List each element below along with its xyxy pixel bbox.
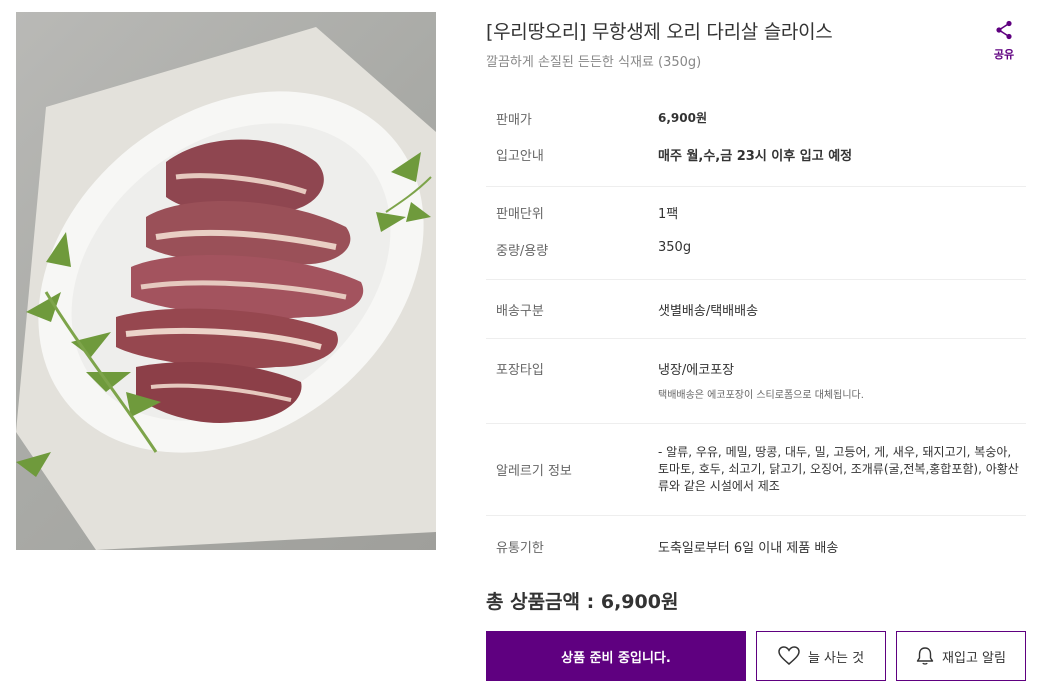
delivery-label: 배송구분	[496, 304, 544, 319]
wishlist-button[interactable]: 늘 사는 것	[756, 631, 886, 681]
arrival-value: 매주 월,수,금 23시 이후 입고 예정	[658, 149, 853, 164]
weight-value: 350g	[658, 240, 692, 255]
package-note: 택배배송은 에코포장이 스티로폼으로 대체됩니다.	[658, 390, 864, 401]
delivery-row: 배송구분 샛별배송/택배배송	[486, 300, 1026, 319]
delivery-group: 배송구분 샛별배송/택배배송	[486, 280, 1026, 339]
arrival-label: 입고안내	[496, 149, 544, 164]
product-info-table: 판매가 6,900원 입고안내 매주 월,수,금 23시 이후 입고 예정 판매…	[486, 96, 1026, 577]
expiry-group: 유통기한 도축일로부터 6일 이내 제품 배송	[486, 516, 1026, 577]
wishlist-label: 늘 사는 것	[807, 650, 865, 666]
delivery-value: 샛별배송/택배배송	[658, 304, 759, 319]
share-button[interactable]: 공유	[988, 20, 1020, 62]
product-preparing-label: 상품 준비 중입니다.	[561, 650, 671, 666]
product-title: [우리땅오리] 무항생제 오리 다리살 슬라이스	[486, 21, 833, 43]
heart-icon	[778, 646, 800, 665]
allergy-label: 알레르기 정보	[496, 464, 572, 479]
weight-row: 중량/용량 350g	[486, 240, 1026, 259]
unit-label: 판매단위	[496, 207, 544, 222]
allergy-row: 알레르기 정보 - 알류, 우유, 메밀, 땅콩, 대두, 밀, 고등어, 게,…	[486, 444, 1026, 495]
price-label: 판매가	[496, 113, 532, 128]
price-row: 판매가 6,900원	[486, 109, 1026, 131]
share-label: 공유	[993, 48, 1015, 61]
package-label: 포장타입	[496, 363, 544, 378]
price-group: 판매가 6,900원 입고안내 매주 월,수,금 23시 이후 입고 예정	[486, 96, 1026, 187]
allergy-group: 알레르기 정보 - 알류, 우유, 메밀, 땅콩, 대두, 밀, 고등어, 게,…	[486, 424, 1026, 516]
price-value: 6,900원	[658, 111, 707, 125]
product-image	[16, 12, 436, 550]
unit-row: 판매단위 1팩	[486, 203, 1026, 222]
package-row: 포장타입 냉장/에코포장 택배배송은 에코포장이 스티로폼으로 대체됩니다.	[486, 359, 1026, 401]
unit-group: 판매단위 1팩 중량/용량 350g	[486, 187, 1026, 280]
expiry-row: 유통기한 도축일로부터 6일 이내 제품 배송	[486, 537, 1026, 556]
restock-alarm-label: 재입고 알림	[942, 650, 1006, 666]
bell-icon	[916, 647, 934, 665]
arrival-row: 입고안내 매주 월,수,금 23시 이후 입고 예정	[486, 145, 1026, 164]
weight-label: 중량/용량	[496, 244, 549, 259]
restock-alarm-button[interactable]: 재입고 알림	[896, 631, 1026, 681]
expiry-label: 유통기한	[496, 541, 544, 556]
share-icon	[996, 20, 1012, 40]
allergy-value: - 알류, 우유, 메밀, 땅콩, 대두, 밀, 고등어, 게, 새우, 돼지고…	[658, 445, 1019, 493]
expiry-value: 도축일로부터 6일 이내 제품 배송	[658, 541, 839, 556]
product-preparing-button[interactable]: 상품 준비 중입니다.	[486, 631, 746, 681]
package-value: 냉장/에코포장	[658, 363, 735, 378]
unit-value: 1팩	[658, 207, 679, 222]
total-price: 총 상품금액 : 6,900원	[486, 591, 679, 613]
package-group: 포장타입 냉장/에코포장 택배배송은 에코포장이 스티로폼으로 대체됩니다.	[486, 339, 1026, 424]
product-subtitle: 깔끔하게 손질된 든든한 식재료 (350g)	[486, 55, 702, 70]
